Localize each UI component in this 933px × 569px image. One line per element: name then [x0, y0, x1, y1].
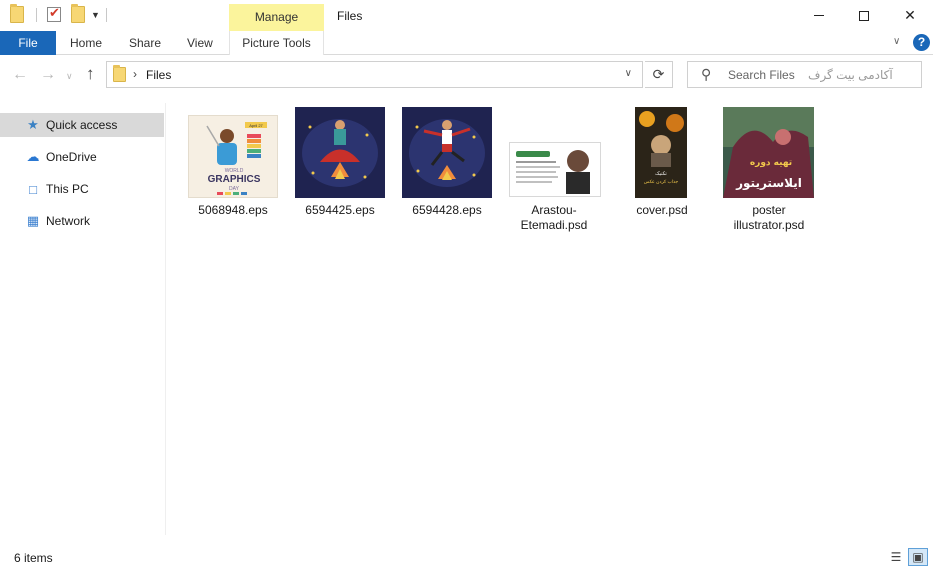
- recent-locations-icon[interactable]: ∨: [66, 71, 73, 82]
- sidebar-item-label: This PC: [46, 182, 89, 196]
- file-thumbnail: [295, 107, 385, 198]
- tab-share[interactable]: Share: [129, 31, 161, 55]
- file-name: poster illustrator.psd: [733, 203, 805, 232]
- sidebar-item-quick-access[interactable]: ★ Quick access: [0, 113, 164, 137]
- back-arrow-icon[interactable]: ←: [12, 66, 28, 84]
- large-icons-view-button[interactable]: ▣: [908, 548, 928, 566]
- address-bar[interactable]: › Files ∨: [106, 61, 643, 88]
- sidebar-item-label: Quick access: [46, 118, 118, 132]
- divider: [36, 7, 37, 22]
- refresh-button[interactable]: ⟳: [645, 61, 673, 88]
- file-item[interactable]: 6594425.eps: [290, 103, 390, 223]
- details-view-button[interactable]: ☰: [886, 548, 906, 566]
- thumb-text: تهیه دوره: [750, 158, 792, 168]
- star-icon: ★: [27, 117, 39, 132]
- thumbnail-illustration: تکنیک جذاب کردن عکس: [639, 111, 684, 185]
- new-folder-icon[interactable]: [71, 4, 85, 23]
- thumbnail-illustration: [516, 150, 590, 194]
- search-placeholder: Search Files: [728, 68, 795, 82]
- window-title: Files: [337, 9, 363, 23]
- sidebar-item-label: OneDrive: [46, 150, 97, 164]
- tab-home[interactable]: Home: [70, 31, 102, 55]
- file-thumbnail: April 27 WORLD GRAPHICS DAY: [188, 115, 278, 198]
- folder-icon: [10, 4, 24, 23]
- file-item[interactable]: تهیه دوره ایلاستریتور poster illustrator…: [719, 103, 819, 233]
- forward-arrow-icon[interactable]: →: [40, 66, 56, 84]
- properties-icon[interactable]: [47, 5, 61, 22]
- tab-view[interactable]: View: [187, 31, 213, 55]
- minimize-icon: [814, 15, 824, 16]
- thumb-text: DAY: [229, 186, 240, 192]
- status-bar: 6 items ☰ ▣: [0, 544, 933, 569]
- file-thumbnail: تکنیک جذاب کردن عکس: [635, 107, 687, 198]
- chevron-right-icon[interactable]: ›: [133, 67, 137, 81]
- tab-file[interactable]: File: [0, 31, 56, 55]
- customize-toolbar-dropdown-icon[interactable]: ▼: [91, 10, 100, 20]
- details-view-icon: ☰: [890, 550, 902, 564]
- thumbnail-illustration: [302, 119, 378, 187]
- file-item[interactable]: Arastou-Etemadi.psd: [504, 103, 604, 233]
- maximize-icon: [859, 10, 869, 21]
- navigation-pane: ★ Quick access ☁ OneDrive □ This PC ▦ Ne…: [0, 103, 166, 535]
- file-name: 6594428.eps: [412, 203, 482, 217]
- title-bar: ▼ Manage Files ✕: [0, 0, 933, 31]
- refresh-icon: ⟳: [652, 66, 665, 82]
- divider: [105, 7, 107, 22]
- breadcrumb[interactable]: Files: [146, 68, 171, 82]
- sidebar-item-network[interactable]: ▦ Network: [0, 209, 164, 233]
- file-list: April 27 WORLD GRAPHICS DAY 5068948.eps: [167, 103, 933, 535]
- file-name: 6594425.eps: [305, 203, 375, 217]
- thumb-text: تکنیک: [655, 171, 667, 177]
- file-item[interactable]: تکنیک جذاب کردن عکس cover.psd: [612, 103, 712, 223]
- file-item[interactable]: 6594428.eps: [397, 103, 497, 223]
- minimize-button[interactable]: [796, 0, 842, 31]
- file-name: 5068948.eps: [198, 203, 268, 217]
- file-name: cover.psd: [636, 203, 688, 217]
- navigation-bar: ← → ∨ ↑ › Files ∨ ⟳ ⚲ Search Files آکادم…: [0, 55, 933, 95]
- help-icon[interactable]: ?: [913, 34, 930, 51]
- thumbnail-illustration: April 27 WORLD GRAPHICS DAY: [206, 122, 267, 195]
- search-icon: ⚲: [701, 66, 712, 82]
- thumbnail-illustration: تهیه دوره ایلاستریتور: [723, 107, 814, 198]
- up-arrow-icon[interactable]: ↑: [86, 64, 95, 84]
- chevron-down-icon[interactable]: ∨: [625, 68, 632, 79]
- thumb-text: ایلاستریتور: [735, 176, 802, 191]
- sidebar-item-label: Network: [46, 214, 91, 228]
- close-icon: ✕: [904, 7, 916, 23]
- file-item[interactable]: April 27 WORLD GRAPHICS DAY 5068948.eps: [183, 103, 283, 223]
- ribbon-tabs: File Home Share View Picture Tools ∨ ?: [0, 31, 933, 55]
- close-button[interactable]: ✕: [887, 0, 933, 31]
- sidebar-item-onedrive[interactable]: ☁ OneDrive: [0, 145, 164, 169]
- thumbnail-illustration: [409, 119, 485, 187]
- file-thumbnail: [509, 142, 601, 197]
- tab-picture-tools[interactable]: Picture Tools: [229, 31, 324, 55]
- watermark-text: آکادمی بیت گرف: [808, 68, 893, 82]
- large-icons-view-icon: ▣: [912, 550, 924, 564]
- computer-icon: □: [29, 181, 37, 197]
- sidebar-item-this-pc[interactable]: □ This PC: [0, 177, 164, 201]
- file-thumbnail: تهیه دوره ایلاستریتور: [723, 107, 814, 198]
- file-thumbnail: [402, 107, 492, 198]
- item-count: 6 items: [14, 551, 53, 565]
- thumb-text: جذاب کردن عکس: [644, 179, 679, 185]
- file-name: Arastou-Etemadi.psd: [520, 203, 588, 232]
- network-icon: ▦: [26, 213, 40, 228]
- search-input[interactable]: ⚲ Search Files آکادمی بیت گرف: [687, 61, 922, 88]
- cloud-icon: ☁: [26, 149, 40, 164]
- maximize-button[interactable]: [841, 0, 887, 31]
- thumb-text: April 27: [249, 123, 263, 128]
- quick-access-toolbar: ▼: [10, 4, 107, 23]
- thumb-text: GRAPHICS: [208, 174, 261, 185]
- folder-icon: [113, 65, 126, 82]
- expand-ribbon-icon[interactable]: ∨: [893, 36, 900, 47]
- tab-manage[interactable]: Manage: [229, 4, 324, 31]
